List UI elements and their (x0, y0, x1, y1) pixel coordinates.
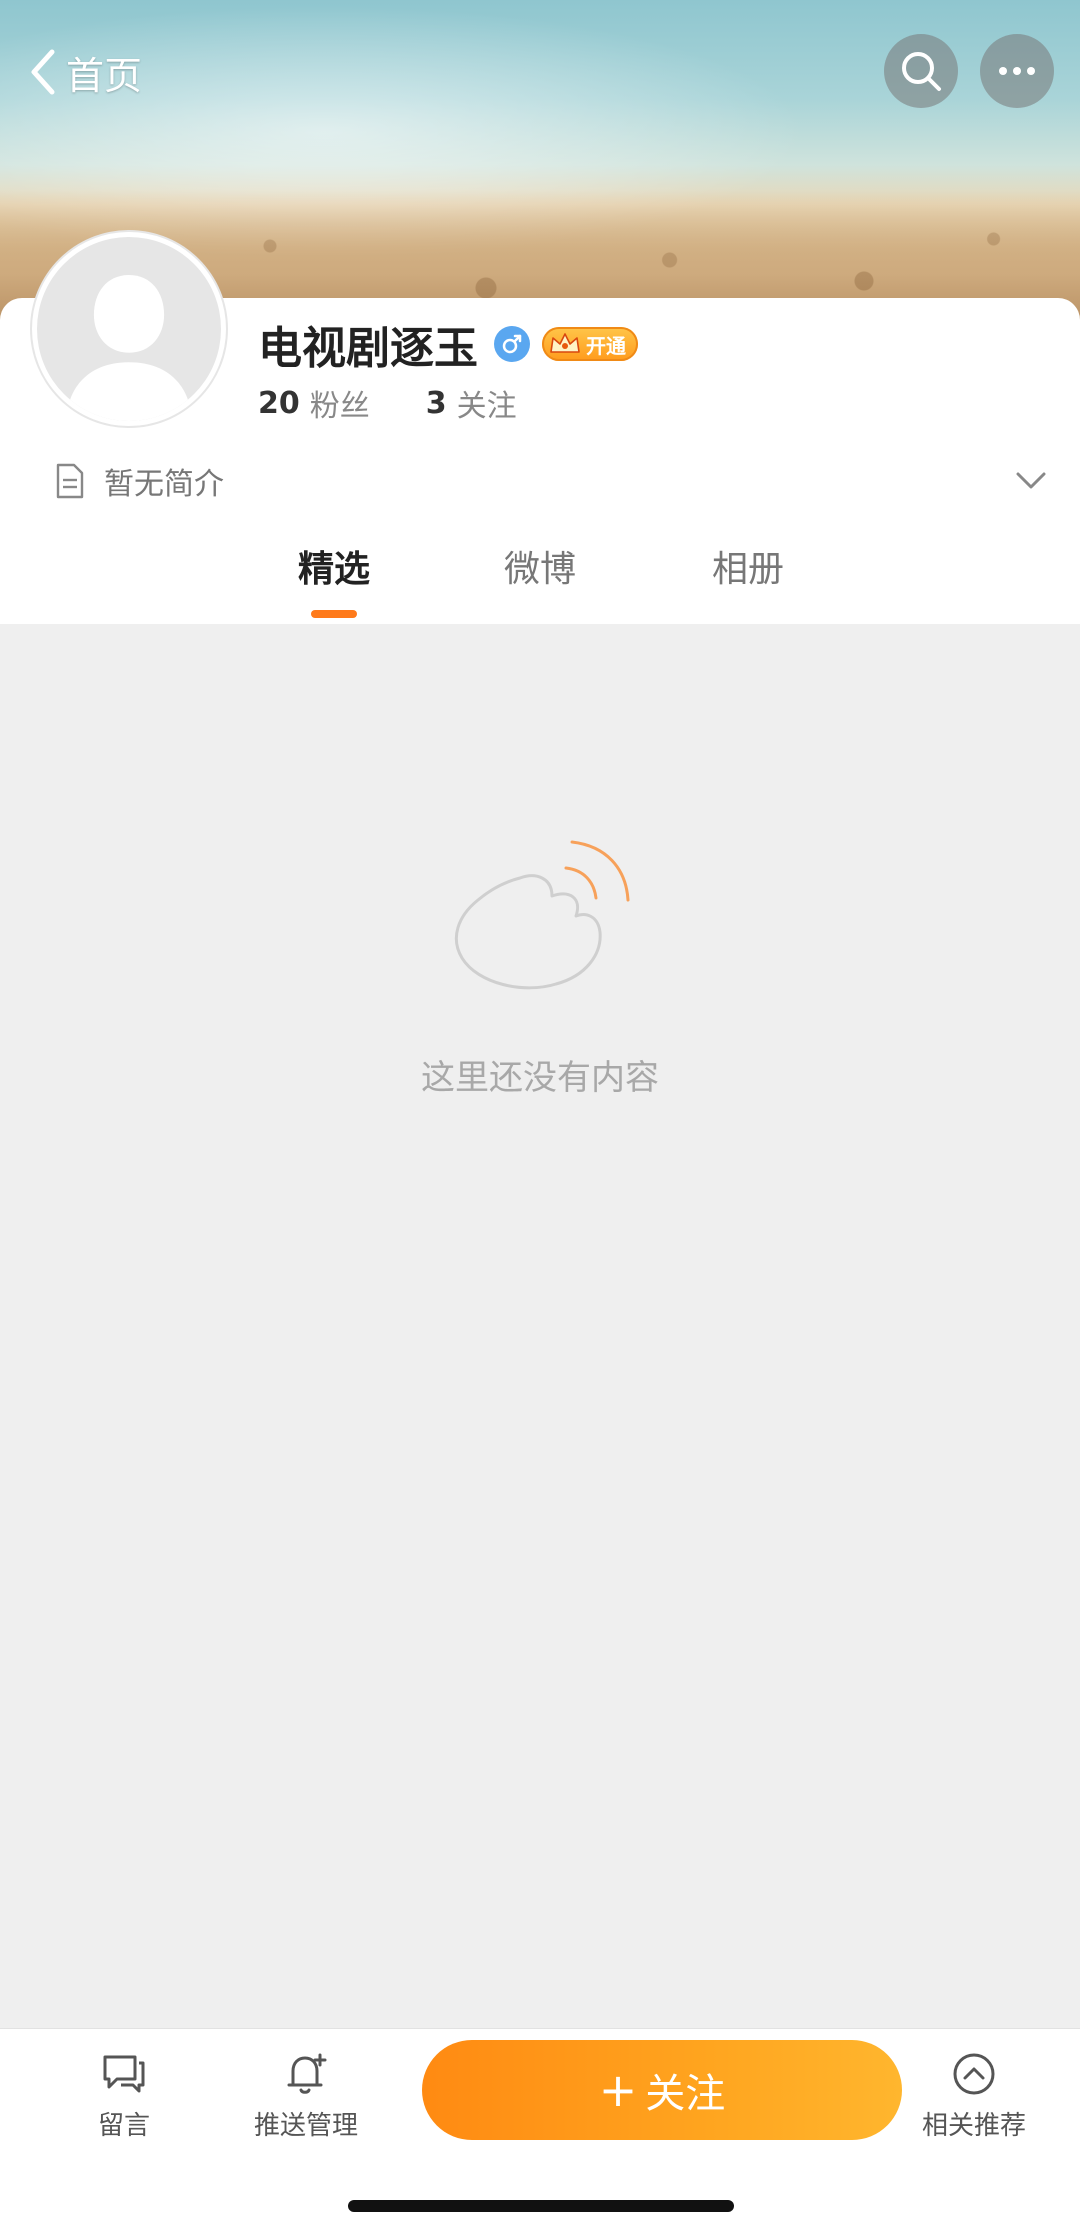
profile-stats: 20 粉丝 3 关注 (258, 378, 517, 428)
followers-label[interactable]: 粉丝 (310, 381, 370, 425)
related-recommend-button[interactable]: 相关推荐 (904, 2049, 1044, 2142)
search-icon (902, 52, 941, 91)
tab-featured[interactable]: 精选 (276, 538, 392, 602)
tab-album[interactable]: 相册 (690, 538, 806, 602)
profile-name-row: 电视剧逐玉 开通 (258, 312, 638, 376)
male-icon (502, 334, 522, 354)
push-settings-button[interactable]: 推送管理 (236, 2049, 376, 2142)
more-button[interactable] (980, 34, 1054, 108)
bio-text: 暂无简介 (104, 467, 224, 502)
follow-button[interactable]: + 关注 (422, 2040, 902, 2140)
message-label: 留言 (97, 2111, 150, 2141)
chevron-down-icon[interactable] (1012, 462, 1050, 500)
push-label: 推送管理 (253, 2111, 358, 2141)
following-count[interactable]: 3 (426, 386, 447, 421)
document-icon (56, 463, 84, 499)
tab-weibo[interactable]: 微博 (482, 538, 598, 602)
bio-row[interactable]: 暂无简介 (54, 456, 224, 506)
following-label[interactable]: 关注 (457, 381, 517, 425)
follow-label: 关注 (645, 2071, 726, 2117)
back-label: 首页 (66, 53, 143, 98)
message-button[interactable]: 留言 (54, 2049, 194, 2142)
avatar[interactable] (32, 232, 226, 426)
more-icon (999, 67, 1035, 75)
related-label: 相关推荐 (921, 2111, 1026, 2141)
gender-badge (494, 326, 530, 362)
plus-icon: + (598, 2063, 638, 2117)
vip-open-badge[interactable]: 开通 (542, 327, 638, 361)
chat-bubble-icon (103, 2055, 145, 2093)
vip-label: 开通 (586, 333, 626, 358)
profile-name: 电视剧逐玉 (258, 323, 478, 374)
bell-plus-icon (287, 2053, 327, 2094)
circle-up-chevron-icon (953, 2053, 995, 2095)
weibo-empty-icon (454, 840, 630, 990)
followers-count[interactable]: 20 (258, 386, 300, 421)
home-indicator[interactable] (348, 2200, 734, 2212)
crown-icon (550, 333, 580, 353)
profile-tabs: 精选 微博 相册 (0, 538, 1080, 624)
chevron-left-icon (31, 49, 55, 95)
default-avatar-icon (37, 237, 221, 421)
search-button[interactable] (884, 34, 958, 108)
back-button[interactable]: 首页 (26, 46, 142, 98)
empty-state-text: 这里还没有内容 (421, 1058, 659, 1098)
active-tab-indicator (311, 610, 357, 618)
